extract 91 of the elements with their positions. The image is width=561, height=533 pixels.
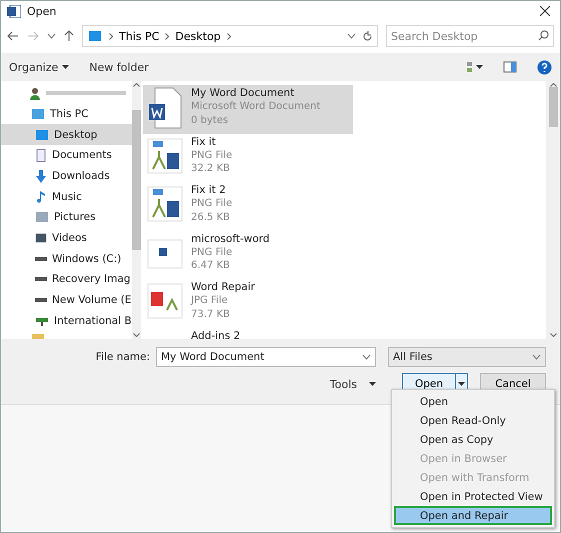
file-item[interactable]: microsoft-word PNG File 6.47 KB — [143, 230, 353, 279]
menu-item[interactable]: Open and Repair — [394, 506, 552, 525]
chevron-down-icon — [532, 354, 541, 360]
chevron-down-icon — [347, 33, 356, 39]
scroll-up-icon — [132, 83, 140, 87]
file-type: PNG File — [191, 197, 232, 210]
scroll-down-icon — [550, 333, 556, 337]
drive-icon — [35, 277, 47, 282]
file-type: PNG File — [191, 246, 234, 259]
file-name: Fix it 2 — [191, 183, 227, 197]
document-icon — [35, 148, 47, 162]
file-name: microsoft-word — [191, 232, 270, 246]
left-arrow-icon — [7, 31, 19, 41]
sidebar-item[interactable]: Desktop — [1, 124, 132, 146]
file-name: Word Repair — [191, 280, 255, 294]
caret-icon — [369, 382, 376, 386]
sidebar-item[interactable]: Recovery Imag — [1, 269, 132, 290]
help-icon — [537, 60, 552, 74]
search-field[interactable]: Search Desktop — [386, 25, 554, 47]
menu-item[interactable]: Open as Copy — [394, 430, 552, 449]
menu-item[interactable]: Open — [394, 392, 552, 411]
close-icon — [540, 6, 550, 16]
sidebar-item[interactable]: Videos — [1, 228, 132, 248]
file-type: PNG File — [191, 148, 232, 162]
file-name-field[interactable]: My Word Document — [156, 347, 376, 367]
file-size: 73.7 KB — [191, 308, 231, 321]
refresh-icon — [362, 30, 373, 42]
scroll-thumb[interactable] — [548, 87, 558, 127]
help-button[interactable] — [537, 60, 552, 74]
drive-icon — [35, 298, 47, 302]
breadcrumb-item[interactable]: Desktop — [175, 30, 221, 42]
scroll-down-icon — [132, 333, 140, 337]
right-arrow-icon — [27, 31, 39, 41]
file-size: 32.2 KB — [191, 162, 231, 176]
file-name: Add-ins 2 — [191, 328, 240, 339]
file-name-label: File name: — [96, 351, 150, 363]
word-app-icon — [7, 4, 21, 18]
caret-icon — [476, 65, 483, 69]
sidebar-item[interactable]: Downloads — [1, 166, 132, 186]
file-item[interactable]: Add-ins 2 — [143, 328, 353, 339]
sidebar-item[interactable]: This PC — [1, 104, 132, 124]
file-type-dropdown[interactable]: All Files — [388, 347, 546, 367]
down-arrow-icon — [35, 170, 47, 183]
folder-icon — [31, 333, 45, 340]
user-icon — [29, 86, 41, 100]
sidebar-item[interactable]: Music — [1, 186, 132, 208]
sidebar-item[interactable]: International B — [1, 310, 132, 332]
preview-pane-button[interactable] — [503, 61, 517, 73]
file-size: 6.47 KB — [191, 259, 231, 272]
menu-item[interactable]: Open Read-Only — [394, 411, 552, 430]
file-item[interactable]: Word Repair JPG File 73.7 KB — [143, 279, 353, 328]
view-options-button[interactable] — [467, 62, 483, 72]
menu-item[interactable]: Open in Protected View — [394, 487, 552, 506]
chevron-down-icon — [362, 354, 371, 360]
file-size: 0 bytes — [191, 114, 230, 127]
tools-menu[interactable]: Tools — [330, 378, 376, 390]
caret-icon — [458, 382, 465, 386]
chevron-down-icon — [47, 33, 56, 39]
file-item[interactable]: Fix it 2 PNG File 26.5 KB — [143, 182, 353, 230]
organize-menu[interactable]: Organize — [9, 60, 70, 74]
sidebar-item[interactable]: Pictures — [1, 207, 132, 228]
recent-locations-button[interactable] — [47, 33, 56, 39]
sidebar-item[interactable]: Documents — [1, 145, 132, 166]
view-icon — [467, 62, 472, 72]
scroll-thumb[interactable] — [132, 110, 141, 250]
file-type: JPG File — [191, 294, 229, 308]
word-document-icon — [147, 86, 183, 130]
caret-icon — [62, 65, 70, 69]
sidebar-item[interactable]: New Volume (E — [1, 290, 132, 310]
music-note-icon — [35, 190, 47, 204]
up-arrow-icon — [64, 30, 74, 42]
file-item[interactable]: Fix it PNG File 32.2 KB — [143, 134, 353, 182]
file-item[interactable]: My Word Document Microsoft Word Document 0 bytes — [143, 85, 353, 134]
back-button[interactable] — [7, 31, 19, 41]
file-name: Fix it — [191, 134, 217, 148]
scroll-up-icon — [550, 83, 556, 87]
file-size: 26.5 KB — [191, 210, 231, 224]
drive-icon — [35, 256, 47, 261]
sidebar-item[interactable]: Windows (C:) — [1, 248, 132, 270]
window-title: Open — [27, 4, 56, 18]
file-name: My Word Document — [191, 86, 296, 100]
pane-icon — [503, 61, 517, 73]
chevron-right-icon — [109, 32, 113, 40]
chevron-right-icon — [165, 32, 170, 40]
search-icon — [538, 30, 549, 41]
file-type: Microsoft Word Document — [191, 100, 320, 114]
address-bar[interactable]: This PC Desktop — [82, 25, 378, 47]
breadcrumb-item[interactable]: This PC — [119, 30, 160, 42]
up-button[interactable] — [64, 30, 74, 42]
new-folder-button[interactable]: New folder — [89, 60, 149, 74]
chevron-right-icon — [226, 32, 231, 40]
